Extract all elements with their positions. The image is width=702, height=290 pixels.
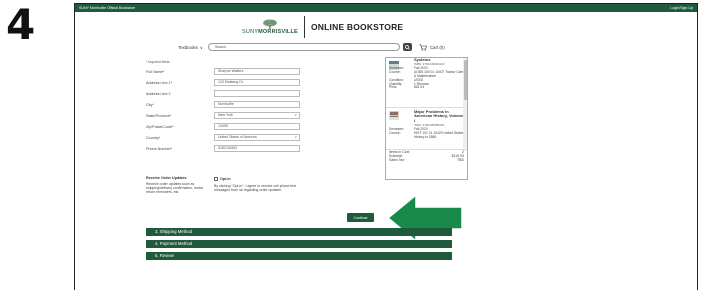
cart-link[interactable]: Cart (0) [419,43,445,51]
meta-value: HIST 101 01 10429 United States History … [414,131,464,139]
store-title: ONLINE BOOKSTORE [311,22,404,32]
chevron-down-icon: ∨ [198,44,203,50]
book-meta-row: Course: HIST 101 01 10429 United States H… [389,131,465,140]
search-input[interactable]: Search [207,43,400,51]
book-cover-icon [389,111,399,120]
search-row: Textbooks ∨ Search Cart (0) [178,43,445,51]
chevron-down-icon: ∨ [294,135,297,139]
login-link[interactable]: Login/Sign Up [670,6,693,10]
state-value: New York [218,113,233,117]
chevron-down-icon: ∨ [294,113,297,117]
cart-item: Systems ISBN: 9781449690229 Semester: Fal… [386,57,467,108]
logo-name: MORRISVILLE [258,29,298,35]
search-button[interactable] [402,43,412,51]
logo-wordmark: SUNYMORRISVILLE [242,29,298,35]
state-select[interactable]: New York ∨ [214,112,300,119]
morrisville-logo[interactable]: SUNYMORRISVILLE [242,19,298,35]
meta-key: Course: [389,131,401,136]
field-label: Zip/Postal Code* [146,124,174,129]
meta-key: Course: [389,70,401,75]
zip-input[interactable]: 13408 [214,123,300,130]
field-label: State/Province* [146,113,172,118]
country-select[interactable]: United States of America ∨ [214,134,300,141]
totals-label: Sales Tax: [389,158,406,163]
cart-item: Major Problems in American History, Volu… [386,108,467,150]
cart-summary-panel: Systems ISBN: 9781449690229 Semester: Fal… [385,57,468,180]
book-title: Major Problems in American History, Volu… [414,109,464,123]
book-meta-row: Price: $61.04 [389,85,465,90]
address-line2-input[interactable] [214,90,300,97]
logo-suny: SUNY [242,29,259,35]
optin-checkbox[interactable] [214,177,218,181]
field-label: Address Line 2 [146,91,171,96]
optin-description: Receive order updates such as shipping/d… [146,182,203,195]
optin-consent-text: By clicking "Opt-in", I agree to receive… [214,184,297,193]
site-name: SUNY Morrisville Official Bookstore [79,6,136,10]
scrollbar[interactable] [463,58,467,148]
optin-columns: Receive order updates such as shipping/d… [146,177,316,195]
field-label: Country* [146,135,161,140]
optin-checkbox-label: Opt-in [220,177,231,181]
field-row: Zip/Postal Code* 13408 [146,121,306,132]
totals-row: Sales Tax: TBD [389,158,464,162]
optin-right: Opt-in By clicking "Opt-in", I agree to … [214,177,304,195]
step-review[interactable]: 5. Review [146,252,452,260]
field-row: Full Name* Shalyne Walters [146,66,306,77]
meta-value: $61.04 [414,85,425,90]
textbooks-label: Textbooks [178,44,198,50]
full-name-input[interactable]: Shalyne Walters [214,68,300,75]
field-label: Phone Number* [146,146,173,151]
field-row: Address Line 2 [146,88,306,99]
field-row: Phone Number* 5181234567 [146,143,306,154]
field-row: Address Line 1* 123 Mustang Dr. [146,77,306,88]
address-line1-input[interactable]: 123 Mustang Dr. [214,79,300,86]
header-divider [304,16,305,38]
continue-button[interactable]: Continue [347,213,374,222]
field-label: Full Name* [146,69,165,74]
country-value: United States of America [218,135,257,139]
step-payment-method[interactable]: 4. Payment Method [146,240,452,248]
phone-input[interactable]: 5181234567 [214,145,300,152]
tree-logo-icon [263,19,277,29]
search-icon [404,44,410,50]
cart-totals: Items in Cart: 2 Subtotal: $119.93 Sales T… [386,148,467,165]
header-logo[interactable]: SUNYMORRISVILLE ONLINE BOOKSTORE [242,16,403,38]
meta-key: Price: [389,85,398,90]
step-number: 4 [6,0,36,49]
checkout-steps: 3. Shipping Method 4. Payment Method 5. … [146,228,452,264]
cart-icon [419,43,427,51]
scrollbar-thumb[interactable] [463,60,467,100]
shipping-address-form: * required fields Full Name* Shalyne Wal… [146,60,306,154]
city-input[interactable]: Morrisville [214,101,300,108]
step-shipping-method[interactable]: 3. Shipping Method [146,228,452,236]
field-row: State/Province* New York ∨ [146,110,306,121]
textbooks-menu[interactable]: Textbooks ∨ [178,45,203,50]
totals-value: TBD [457,158,464,163]
optin-checkbox-row[interactable]: Opt-in [214,177,304,181]
order-updates-section: Receive Order Updates Receive order upda… [146,176,316,195]
cart-label: Cart (0) [429,44,445,50]
top-bar: SUNY Morrisville Official Bookstore Logi… [75,4,697,12]
field-row: Country* United States of America ∨ [146,132,306,143]
field-label: Address Line 1* [146,80,173,85]
field-row: City* Morrisville [146,99,306,110]
required-note: * required fields [146,60,170,64]
field-label: City* [146,102,154,107]
